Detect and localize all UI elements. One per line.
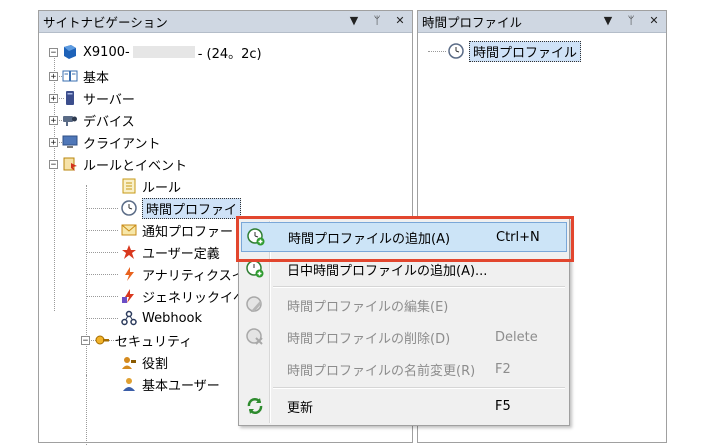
time-profile-panel-title: 時間プロファイル — [422, 15, 523, 30]
analytics-event-icon — [121, 266, 137, 282]
menu-item-shortcut: Ctrl+N — [496, 229, 540, 245]
tree-item-label: サーバー — [83, 92, 135, 108]
menu-item-label: 時間プロファイルの名前変更(R) — [287, 363, 476, 379]
roles-icon — [121, 354, 137, 370]
menu-item-label: 日中時間プロファイルの追加(A)... — [287, 263, 488, 279]
book-icon — [62, 68, 78, 84]
tree-item-user-defined[interactable]: ユーザー定義 — [121, 241, 220, 263]
expand-toggle-icon[interactable]: + — [49, 137, 58, 147]
webhook-icon — [121, 310, 137, 326]
tree-item-generic-events[interactable]: ジェネリックイベ — [121, 285, 246, 307]
tree-item-label: Webhook — [142, 310, 203, 326]
clock-icon — [448, 43, 464, 59]
tree-item-label: 時間プロファイ — [142, 197, 242, 219]
tree-item-label: クライアント — [83, 136, 161, 152]
tree-item-servers[interactable]: + サーバー — [49, 87, 135, 109]
tree-item-label: デバイス — [83, 114, 135, 130]
delete-profile-icon — [241, 328, 269, 346]
tree-item-basic-users[interactable]: 基本ユーザー — [121, 373, 220, 395]
tree-item-webhook[interactable]: Webhook — [121, 307, 202, 329]
tree-item-rules-events[interactable]: − ルールとイベント — [49, 153, 187, 175]
collapse-toggle-icon[interactable]: − — [49, 159, 58, 169]
tree-item-label: 基本 — [83, 70, 110, 86]
menu-item-label: 時間プロファイルの編集(E) — [287, 299, 449, 315]
site-navigation-header: サイトナビゲーション ▼ ᛘ ✕ — [39, 11, 412, 33]
add-time-profile-icon — [242, 228, 270, 246]
menu-item-edit-time-profile[interactable]: 時間プロファイルの編集(E) — [241, 290, 567, 320]
tree-item-label: ルール — [142, 180, 182, 196]
tree-item-analytics[interactable]: アナリティクスイ — [121, 263, 245, 285]
panel-close-icon[interactable]: ✕ — [394, 14, 406, 27]
time-profile-item-label: 時間プロファイル — [469, 40, 582, 62]
tree-item-label: ユーザー定義 — [142, 246, 220, 262]
clock-icon — [121, 200, 137, 216]
site-navigation-title: サイトナビゲーション — [43, 15, 168, 30]
menu-item-shortcut: F5 — [495, 398, 511, 414]
redacted-block — [132, 46, 195, 58]
menu-item-label: 更新 — [287, 400, 314, 416]
tree-item-label: 通知プロファー — [142, 224, 234, 240]
context-menu: 時間プロファイルの追加(A) Ctrl+N 日中時間プロファイルの追加(A)..… — [238, 218, 570, 426]
camera-icon — [62, 112, 78, 128]
collapse-toggle-icon[interactable]: − — [81, 335, 90, 345]
tree-item-basic[interactable]: + 基本 — [49, 65, 109, 87]
panel-close-icon[interactable]: ✕ — [648, 14, 660, 27]
user-event-icon — [121, 244, 137, 260]
tree-item-label: アナリティクスイ — [142, 268, 245, 284]
tree-item-notification-profiles[interactable]: 通知プロファー — [121, 219, 233, 241]
tree-item-time-profiles[interactable]: 時間プロファイ — [121, 197, 242, 219]
panel-pin-icon[interactable]: ᛘ — [625, 14, 637, 27]
menu-item-shortcut: Delete — [495, 329, 538, 345]
collapse-toggle-icon[interactable]: − — [49, 47, 58, 57]
server-icon — [62, 90, 78, 106]
tree-item-label: 役割 — [142, 356, 169, 372]
edit-profile-icon — [241, 296, 269, 314]
tree-item-rules[interactable]: ルール — [121, 175, 181, 197]
panel-pin-icon[interactable]: ᛘ — [371, 14, 383, 27]
root-label-suffix: - (24。2c) — [197, 46, 262, 62]
menu-item-label: 時間プロファイルの追加(A) — [288, 231, 451, 247]
expand-toggle-icon[interactable]: + — [49, 93, 58, 103]
menu-item-label: 時間プロファイルの削除(D) — [287, 331, 451, 347]
panel-dropdown-icon[interactable]: ▼ — [348, 14, 360, 27]
expand-toggle-icon[interactable]: + — [49, 71, 58, 81]
tree-item-roles[interactable]: 役割 — [121, 351, 168, 373]
tree-item-label: ジェネリックイベ — [142, 290, 247, 306]
envelope-icon — [121, 222, 137, 238]
security-icon — [94, 332, 110, 348]
refresh-icon — [241, 397, 269, 415]
expand-toggle-icon[interactable]: + — [49, 115, 58, 125]
tree-item-label: ルールとイベント — [83, 158, 188, 174]
tree-item-devices[interactable]: + デバイス — [49, 109, 135, 131]
generic-event-icon — [121, 288, 137, 304]
monitor-icon — [62, 134, 78, 150]
tree-root-node[interactable]: − X9100- - (24。2c) — [49, 41, 262, 63]
rules-events-icon — [62, 156, 78, 172]
tree-item-security[interactable]: − セキュリティ — [81, 329, 192, 351]
root-label-prefix: X9100- — [83, 44, 130, 60]
tree-item-clients[interactable]: + クライアント — [49, 131, 160, 153]
menu-item-refresh[interactable]: 更新 F5 — [241, 391, 567, 421]
add-daytime-profile-icon — [241, 260, 269, 278]
server-site-icon — [62, 44, 78, 60]
menu-item-add-daytime-profile[interactable]: 日中時間プロファイルの追加(A)... — [241, 254, 567, 284]
time-profile-root-item[interactable]: 時間プロファイル — [448, 40, 582, 62]
panel-dropdown-icon[interactable]: ▼ — [602, 14, 614, 27]
menu-item-shortcut: F2 — [495, 361, 511, 377]
rule-list-icon — [121, 178, 137, 194]
menu-item-rename-time-profile[interactable]: 時間プロファイルの名前変更(R) F2 — [241, 354, 567, 384]
user-icon — [121, 376, 137, 392]
tree-item-label: 基本ユーザー — [142, 378, 220, 394]
menu-item-add-time-profile[interactable]: 時間プロファイルの追加(A) Ctrl+N — [241, 222, 567, 252]
menu-item-delete-time-profile[interactable]: 時間プロファイルの削除(D) Delete — [241, 322, 567, 352]
tree-item-label: セキュリティ — [115, 334, 193, 350]
time-profile-header: 時間プロファイル ▼ ᛘ ✕ — [418, 11, 666, 33]
